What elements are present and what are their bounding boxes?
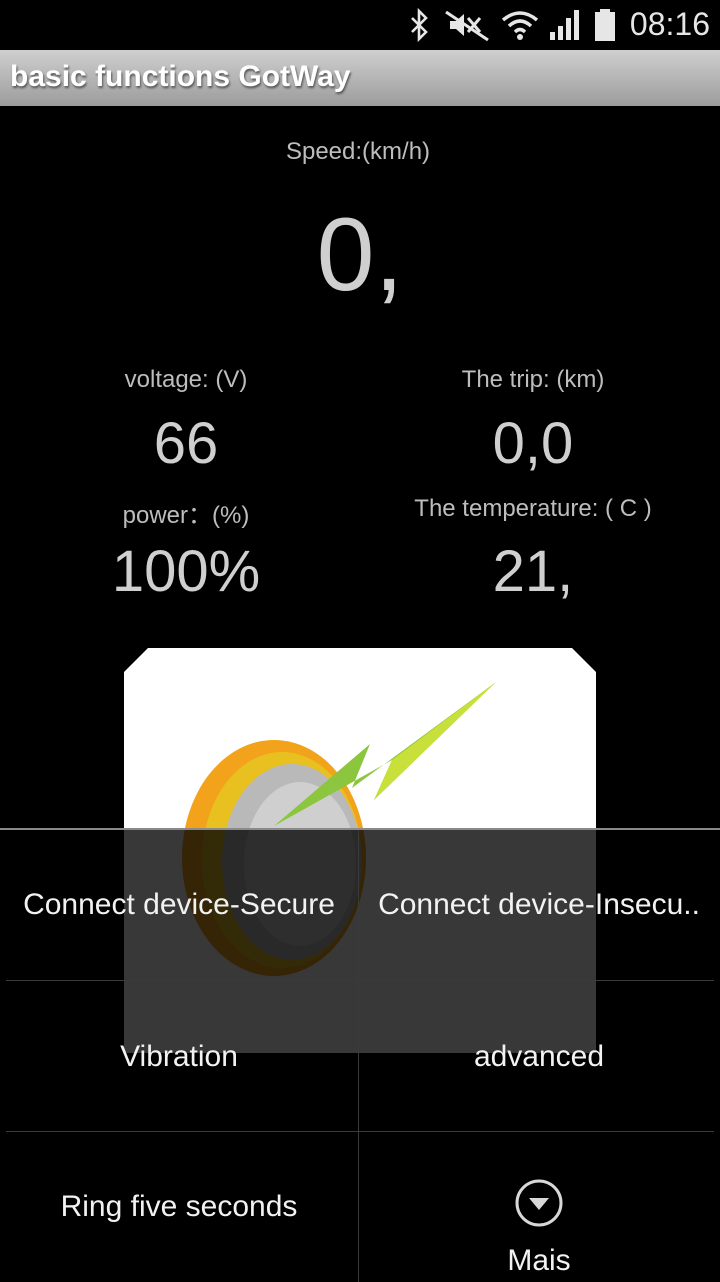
voltage-label: voltage: (V) bbox=[124, 366, 248, 393]
trip-value: 0,0 bbox=[492, 411, 574, 476]
bluetooth-icon bbox=[411, 8, 428, 42]
temperature-label: The temperature: ( C ) bbox=[414, 495, 652, 522]
advanced-label: advanced bbox=[473, 1040, 605, 1073]
app-title: basic functions GotWay bbox=[10, 60, 351, 93]
voltage-value: 66 bbox=[153, 411, 219, 476]
connect-secure-menu-item[interactable]: Connect device-Secure bbox=[0, 830, 358, 980]
mute-icon bbox=[445, 10, 489, 42]
speed-label: Speed:(km/h) bbox=[285, 138, 431, 165]
signal-icon bbox=[550, 10, 579, 40]
menu-divider bbox=[6, 980, 714, 981]
battery-icon bbox=[595, 9, 615, 41]
vibration-label: Vibration bbox=[120, 1040, 238, 1073]
ring-menu-item[interactable]: Ring five seconds bbox=[0, 1132, 358, 1282]
vibration-menu-item[interactable]: Vibration bbox=[0, 982, 358, 1132]
menu-divider bbox=[6, 1131, 714, 1132]
chevron-down-icon bbox=[515, 1179, 563, 1227]
ring-label: Ring five seconds bbox=[60, 1190, 298, 1223]
more-label: Mais bbox=[507, 1244, 571, 1277]
power-value: 100% bbox=[111, 539, 261, 604]
power-label: power：(%) bbox=[122, 502, 250, 529]
connect-insecure-label: Connect device-Insecu.. bbox=[378, 888, 700, 921]
menu-divider bbox=[358, 830, 359, 1282]
advanced-menu-item[interactable]: advanced bbox=[360, 982, 718, 1132]
wifi-icon bbox=[501, 11, 539, 40]
temperature-value: 21, bbox=[492, 539, 574, 604]
trip-label: The trip: (km) bbox=[461, 366, 605, 393]
connect-insecure-menu-item[interactable]: Connect device-Insecu.. bbox=[360, 830, 718, 980]
more-menu-item[interactable]: Mais bbox=[360, 1132, 718, 1282]
status-time: 08:16 bbox=[629, 6, 710, 42]
app-title-bar: basic functions GotWay bbox=[0, 50, 720, 106]
options-menu: Connect device-Secure Connect device-Ins… bbox=[0, 828, 720, 1282]
status-bar: 08:16 bbox=[0, 0, 720, 50]
connect-secure-label: Connect device-Secure bbox=[23, 888, 335, 921]
speed-value: 0, bbox=[316, 197, 404, 313]
